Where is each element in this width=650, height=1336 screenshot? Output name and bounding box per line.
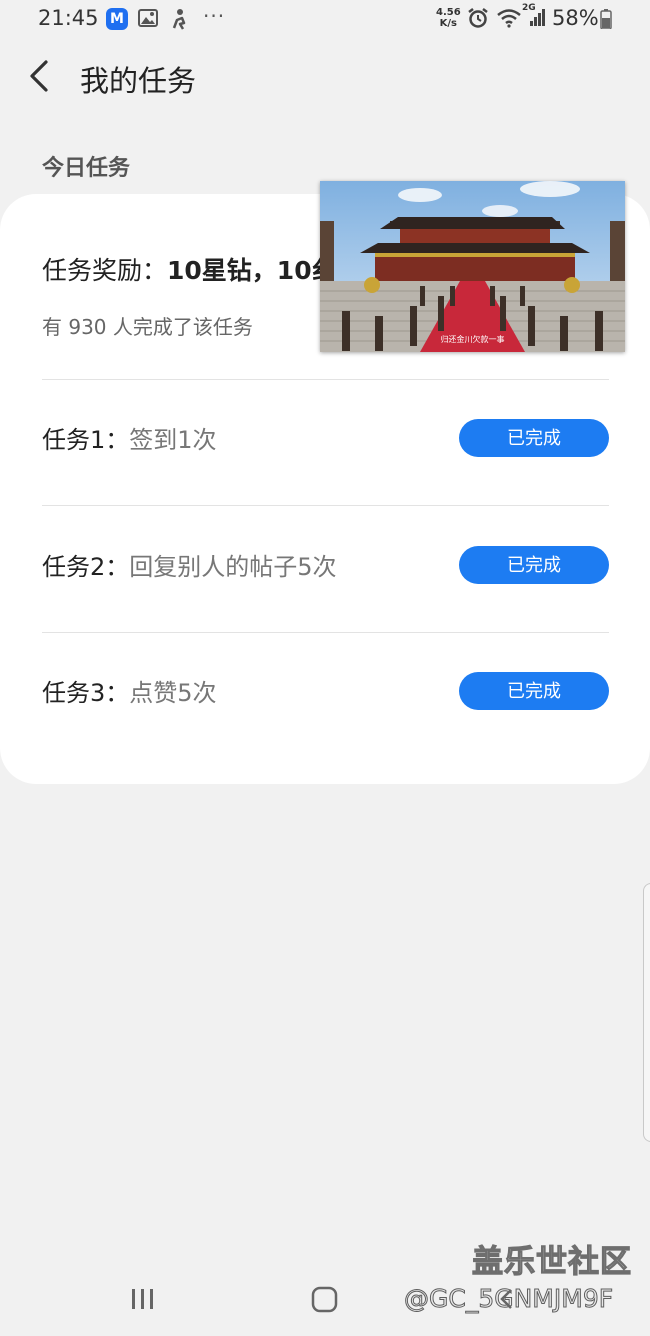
divider [42, 505, 609, 506]
task-number: 任务2： [42, 553, 130, 581]
task-label: 任务1：签到1次 [42, 420, 217, 455]
completed-count: 有 930 人完成了该任务 [42, 315, 253, 339]
task-label: 任务3：点赞5次 [42, 673, 217, 708]
status-time: 21:45 [38, 6, 99, 30]
task-description: 回复别人的帖子5次 [129, 553, 337, 581]
floating-video-window[interactable]: 归还金川欠款一事 [320, 181, 625, 352]
section-title: 今日任务 [42, 156, 131, 181]
task-number: 任务3： [42, 679, 130, 707]
task-row-2: 任务2：回复别人的帖子5次 已完成 [42, 535, 609, 595]
watermark-site: 盖乐世社区 [471, 1243, 632, 1280]
reward-amount: 10星钻，10纟 [167, 256, 337, 285]
alarm-icon [467, 7, 489, 33]
net-speed-value: 4.56 [436, 7, 461, 18]
completed-button[interactable]: 已完成 [459, 546, 609, 584]
video-caption: 归还金川欠款一事 [440, 335, 505, 344]
divider [42, 632, 609, 633]
gallery-icon [138, 8, 158, 32]
reward-line: 任务奖励：10星钻，10纟 [42, 251, 337, 287]
back-arrow-icon[interactable] [26, 56, 58, 96]
task-label: 任务2：回复别人的帖子5次 [42, 547, 337, 582]
task-row-1: 任务1：签到1次 已完成 [42, 408, 609, 468]
status-bar: 21:45 M ··· 4.56 K/s 2G 58% [0, 0, 650, 40]
divider [42, 379, 609, 380]
battery-icon [600, 9, 612, 33]
wifi-icon [496, 8, 522, 32]
more-notifications-icon: ··· [203, 4, 226, 28]
reward-prefix: 任务奖励： [42, 256, 168, 285]
palace-scene-image [320, 181, 625, 352]
battery-percent: 58% [552, 6, 599, 30]
edge-panel-handle[interactable] [643, 883, 650, 1142]
net-speed-unit: K/s [439, 18, 458, 29]
completed-button[interactable]: 已完成 [459, 419, 609, 457]
task-row-3: 任务3：点赞5次 已完成 [42, 661, 609, 721]
recents-icon[interactable] [130, 1284, 156, 1318]
net-speed: 4.56 K/s [436, 7, 461, 29]
task-number: 任务1： [42, 426, 130, 454]
completed-button[interactable]: 已完成 [459, 672, 609, 710]
back-icon[interactable] [497, 1284, 517, 1318]
page-title: 我的任务 [80, 64, 197, 98]
activity-icon [170, 8, 188, 34]
task-description: 点赞5次 [129, 679, 217, 707]
app-badge-icon: M [106, 8, 128, 30]
home-icon[interactable] [310, 1284, 340, 1318]
task-description: 签到1次 [129, 426, 217, 454]
